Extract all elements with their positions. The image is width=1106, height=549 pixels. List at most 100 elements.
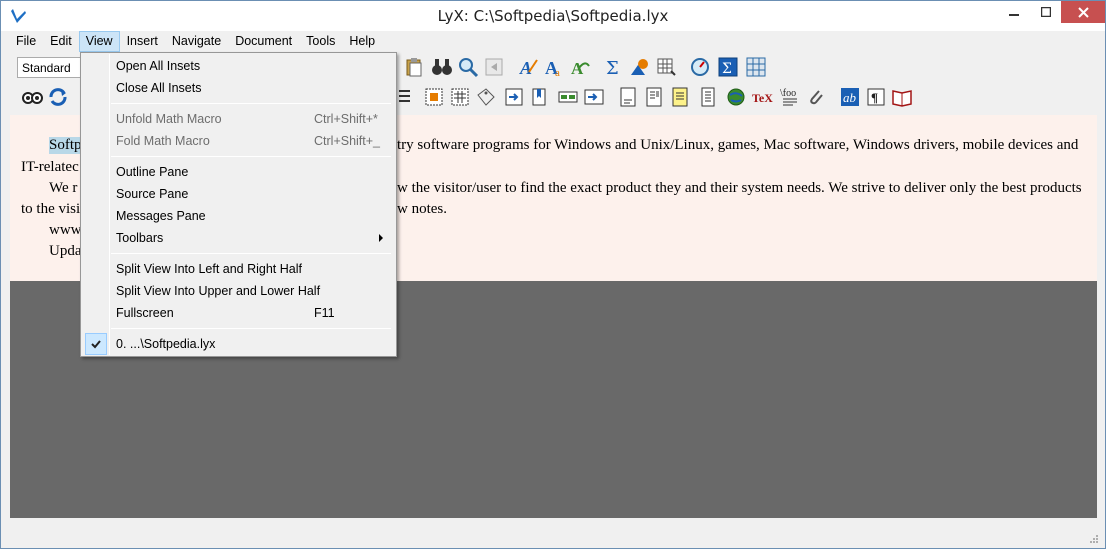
paste-icon[interactable]: [403, 56, 425, 78]
menu-item-close-all-insets[interactable]: Close All Insets: [83, 77, 394, 99]
find-replace-icon[interactable]: [457, 56, 479, 78]
menu-edit[interactable]: Edit: [43, 31, 79, 52]
citation-icon[interactable]: [529, 86, 551, 108]
note-icon[interactable]: [669, 86, 691, 108]
resize-grip-icon[interactable]: [1089, 534, 1099, 544]
text-style-icon[interactable]: Aa: [543, 56, 565, 78]
doc-text-line: Upda: [49, 243, 82, 259]
window-title: LyX: C:\Softpedia\Softpedia.lyx: [437, 7, 669, 25]
cross-reference-icon[interactable]: [503, 86, 525, 108]
emphasis-icon[interactable]: A: [517, 56, 539, 78]
close-button[interactable]: [1061, 1, 1105, 23]
menu-item-label: Split View Into Upper and Lower Half: [116, 284, 321, 298]
menu-item-label: Fold Math Macro: [116, 134, 210, 148]
svg-text:Σ: Σ: [722, 61, 732, 77]
insert-command-icon[interactable]: \foo: [779, 86, 801, 108]
menu-item-shortcut: Ctrl+Shift+_: [314, 134, 381, 148]
menu-item-label: 0. ...\Softpedia.lyx: [116, 337, 216, 351]
attachment-icon[interactable]: [805, 86, 827, 108]
menu-file[interactable]: File: [9, 31, 43, 52]
view-output-icon[interactable]: [21, 86, 43, 108]
menu-insert[interactable]: Insert: [120, 31, 165, 52]
svg-text:ab: ab: [843, 90, 857, 105]
menu-item-open-all-insets[interactable]: Open All Insets: [83, 55, 394, 77]
spellcheck-icon[interactable]: ab: [839, 86, 861, 108]
math-panel-icon[interactable]: Σ: [717, 56, 739, 78]
tex-code-icon[interactable]: TeX: [751, 86, 773, 108]
label-tag-icon[interactable]: [475, 86, 497, 108]
menu-item-fold-math-macro[interactable]: Fold Math Macro Ctrl+Shift+_: [83, 130, 394, 152]
menu-item-shortcut: Ctrl+Shift+*: [314, 112, 378, 126]
menu-item-source-pane[interactable]: Source Pane: [83, 183, 394, 205]
doc-text-line: w notes.: [397, 201, 447, 217]
margin-note-icon[interactable]: [643, 86, 665, 108]
svg-text:A: A: [519, 58, 532, 78]
doc-text-line: www: [49, 222, 82, 238]
doc-text-line: Softp: [49, 137, 82, 154]
svg-text:a: a: [555, 67, 560, 78]
menu-bar: File Edit View Insert Navigate Document …: [9, 31, 382, 52]
maximize-button[interactable]: [1029, 1, 1063, 23]
status-bar: [1, 518, 1105, 548]
menu-separator: [111, 156, 391, 157]
svg-text:\foo: \foo: [780, 88, 796, 99]
navigate-compass-icon[interactable]: [689, 56, 711, 78]
hyperlink-globe-icon[interactable]: [725, 86, 747, 108]
paragraph-settings-icon[interactable]: ¶: [865, 86, 887, 108]
doc-text-line: w the visitor/user to find the exact pro…: [397, 180, 1082, 196]
thesaurus-book-icon[interactable]: [891, 86, 913, 108]
insert-float-icon[interactable]: [423, 86, 445, 108]
minimize-icon: [1009, 14, 1019, 16]
menu-item-label: Close All Insets: [116, 81, 202, 95]
close-icon: [1077, 6, 1089, 18]
doc-text-line: to the visi: [21, 201, 81, 217]
math-sum-icon[interactable]: Σ: [603, 56, 625, 78]
menu-item-label: Open All Insets: [116, 59, 201, 73]
update-refresh-icon[interactable]: [47, 86, 69, 108]
menu-item-shortcut: F11: [314, 306, 335, 320]
menu-navigate[interactable]: Navigate: [165, 31, 228, 52]
vertical-scrollbar[interactable]: [1097, 115, 1105, 518]
menu-item-recent-document[interactable]: 0. ...\Softpedia.lyx: [83, 333, 394, 355]
change-tracking-icon[interactable]: A: [569, 56, 591, 78]
menu-item-toolbars[interactable]: Toolbars: [83, 227, 394, 249]
menu-item-label: Unfold Math Macro: [116, 112, 222, 126]
find-binoculars-icon[interactable]: [431, 56, 453, 78]
menu-item-label: Messages Pane: [116, 209, 206, 223]
menu-item-label: Split View Into Left and Right Half: [116, 262, 302, 276]
paragraph-style-select[interactable]: Standard: [17, 57, 87, 78]
doc-text-line: try software programs for Windows and Un…: [397, 137, 1079, 153]
menu-separator: [111, 103, 391, 104]
insert-graphics-icon[interactable]: [629, 56, 651, 78]
menu-item-label: Outline Pane: [116, 165, 189, 179]
title-bar: LyX: C:\Softpedia\Softpedia.lyx: [1, 1, 1105, 31]
menu-item-unfold-math-macro[interactable]: Unfold Math Macro Ctrl+Shift+*: [83, 108, 394, 130]
menu-item-split-left-right[interactable]: Split View Into Left and Right Half: [83, 258, 394, 280]
insert-table-float-icon[interactable]: [449, 86, 471, 108]
lyx-window: LyX: C:\Softpedia\Softpedia.lyx File Edi…: [0, 0, 1106, 549]
table-panel-icon[interactable]: [745, 56, 767, 78]
doc-text-line: IT-relatec: [21, 159, 79, 175]
menu-view[interactable]: View: [78, 31, 120, 52]
menu-item-messages-pane[interactable]: Messages Pane: [83, 205, 394, 227]
menu-document[interactable]: Document: [228, 31, 299, 52]
footnote-icon[interactable]: [617, 86, 639, 108]
svg-text:A: A: [571, 59, 584, 78]
svg-text:TeX: TeX: [752, 91, 773, 105]
menu-item-outline-pane[interactable]: Outline Pane: [83, 161, 394, 183]
submenu-arrow-icon: [379, 234, 383, 242]
insert-table-icon[interactable]: [655, 56, 677, 78]
menu-help[interactable]: Help: [342, 31, 382, 52]
maximize-icon: [1041, 7, 1051, 17]
menu-item-split-upper-lower[interactable]: Split View Into Upper and Lower Half: [83, 280, 394, 302]
menu-tools[interactable]: Tools: [299, 31, 342, 52]
nomenclature-icon[interactable]: [583, 86, 605, 108]
index-entry-icon[interactable]: [557, 86, 579, 108]
undo-disabled-icon[interactable]: [483, 56, 505, 78]
menu-item-fullscreen[interactable]: Fullscreen F11: [83, 302, 394, 324]
check-icon: [85, 333, 107, 355]
box-icon[interactable]: [697, 86, 719, 108]
menu-separator: [111, 328, 391, 329]
menu-item-label: Fullscreen: [116, 306, 174, 320]
minimize-button[interactable]: [997, 1, 1031, 23]
